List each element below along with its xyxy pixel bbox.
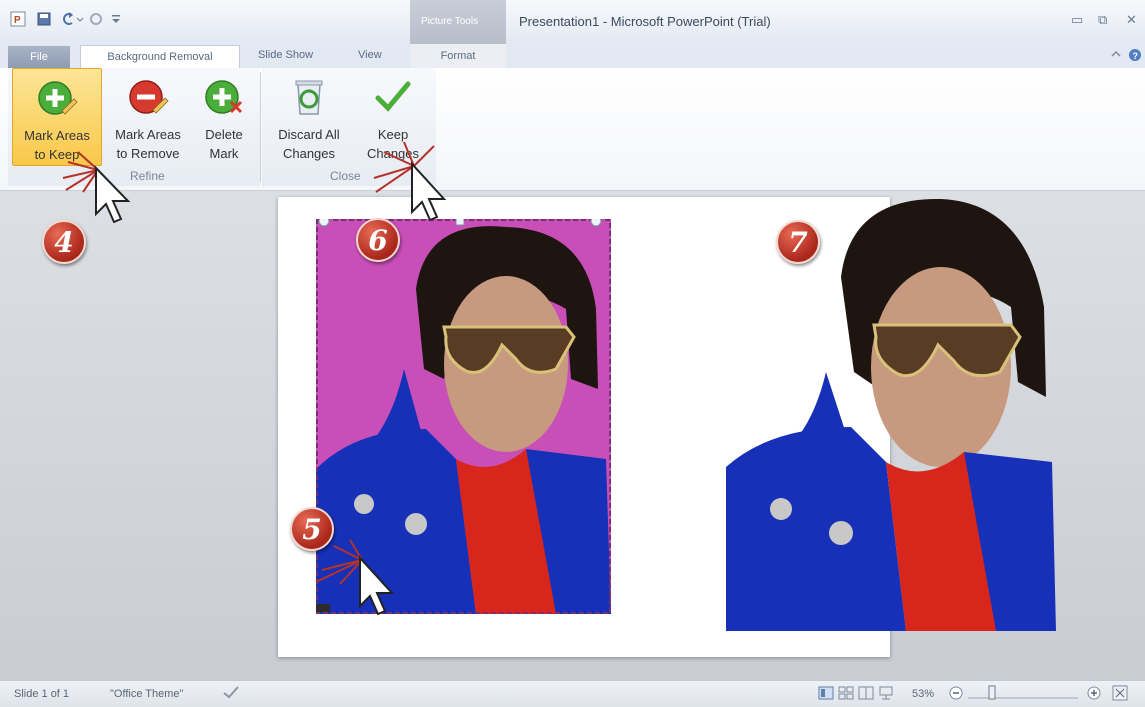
ribbon: Mark Areas to Keep Mark Areas to Remove De…	[0, 68, 1145, 191]
recycle-bin-icon	[295, 80, 323, 115]
svg-text:P: P	[14, 15, 21, 26]
theme-name: "Office Theme"	[110, 688, 184, 700]
close-button[interactable]: ✕	[1126, 12, 1137, 28]
redo-icon[interactable]	[88, 11, 104, 27]
mark-keep-label-line1: Mark Areas	[24, 128, 90, 143]
spellcheck-icon[interactable]	[222, 685, 240, 702]
title-bar: P Picture Tools Presentation1 - Microsof…	[0, 0, 1145, 44]
step-marker-7: 7	[776, 220, 820, 264]
status-bar: Slide 1 of 1 "Office Theme" 53%	[0, 680, 1145, 707]
discard-label-line2: Changes	[282, 146, 336, 161]
restore-button[interactable]: ⧉	[1098, 12, 1107, 28]
reading-view-icon[interactable]	[858, 686, 874, 703]
window-title: Presentation1 - Microsoft PowerPoint (Tr…	[519, 14, 771, 29]
click-cursor-icon	[373, 142, 447, 222]
svg-text:?: ?	[1133, 51, 1139, 61]
ribbon-minimize-icon[interactable]	[1110, 48, 1122, 63]
slide-sorter-icon[interactable]	[838, 686, 854, 703]
zoom-slider-track[interactable]	[968, 692, 1078, 704]
powerpoint-app-icon[interactable]: P	[10, 11, 26, 27]
tab-background-removal[interactable]: Background Removal	[80, 45, 240, 68]
zoom-slider-thumb[interactable]	[988, 685, 996, 704]
discard-label-line1: Discard All	[278, 127, 340, 142]
delete-mark-label-line1: Delete	[205, 127, 243, 142]
fit-to-window-icon[interactable]	[1112, 685, 1128, 704]
slide-show-icon[interactable]	[878, 686, 894, 703]
tab-file[interactable]: File	[8, 46, 70, 68]
delete-mark-button[interactable]: Delete Mark	[194, 68, 254, 166]
group-label-close: Close	[330, 169, 361, 183]
checkmark-icon	[375, 81, 411, 112]
zoom-out-icon[interactable]	[948, 685, 964, 704]
discard-all-changes-button[interactable]: Discard All Changes	[266, 68, 352, 166]
delete-mark-label-line2: Mark	[209, 146, 239, 161]
slide-workspace	[0, 191, 1145, 680]
minimize-button[interactable]: ▭	[1071, 12, 1083, 28]
zoom-in-icon[interactable]	[1086, 685, 1102, 704]
tab-view[interactable]: View	[358, 49, 382, 61]
save-icon[interactable]	[36, 11, 52, 27]
ribbon-tabs: File Background Removal Slide Show View …	[0, 44, 1145, 68]
background-removed-photo[interactable]	[726, 197, 1056, 631]
group-divider	[260, 72, 261, 182]
picture-tools-header: Picture Tools	[410, 0, 506, 44]
slide-counter: Slide 1 of 1	[14, 688, 70, 700]
undo-icon[interactable]	[60, 11, 84, 27]
tab-slide-show[interactable]: Slide Show	[258, 49, 313, 61]
picture-tools-label: Picture Tools	[421, 16, 479, 27]
plus-pencil-icon	[38, 81, 78, 115]
tab-format[interactable]: Format	[410, 44, 506, 68]
help-icon[interactable]: ?	[1128, 48, 1142, 65]
zoom-level[interactable]: 53%	[912, 688, 934, 700]
customize-qat-icon[interactable]	[110, 11, 122, 27]
mark-remove-label-line1: Mark Areas	[115, 127, 181, 142]
normal-view-icon[interactable]	[818, 686, 834, 703]
minus-pencil-icon	[129, 80, 169, 114]
delete-mark-icon	[205, 80, 243, 114]
click-cursor-icon	[62, 151, 131, 224]
click-cursor-icon	[315, 540, 395, 616]
